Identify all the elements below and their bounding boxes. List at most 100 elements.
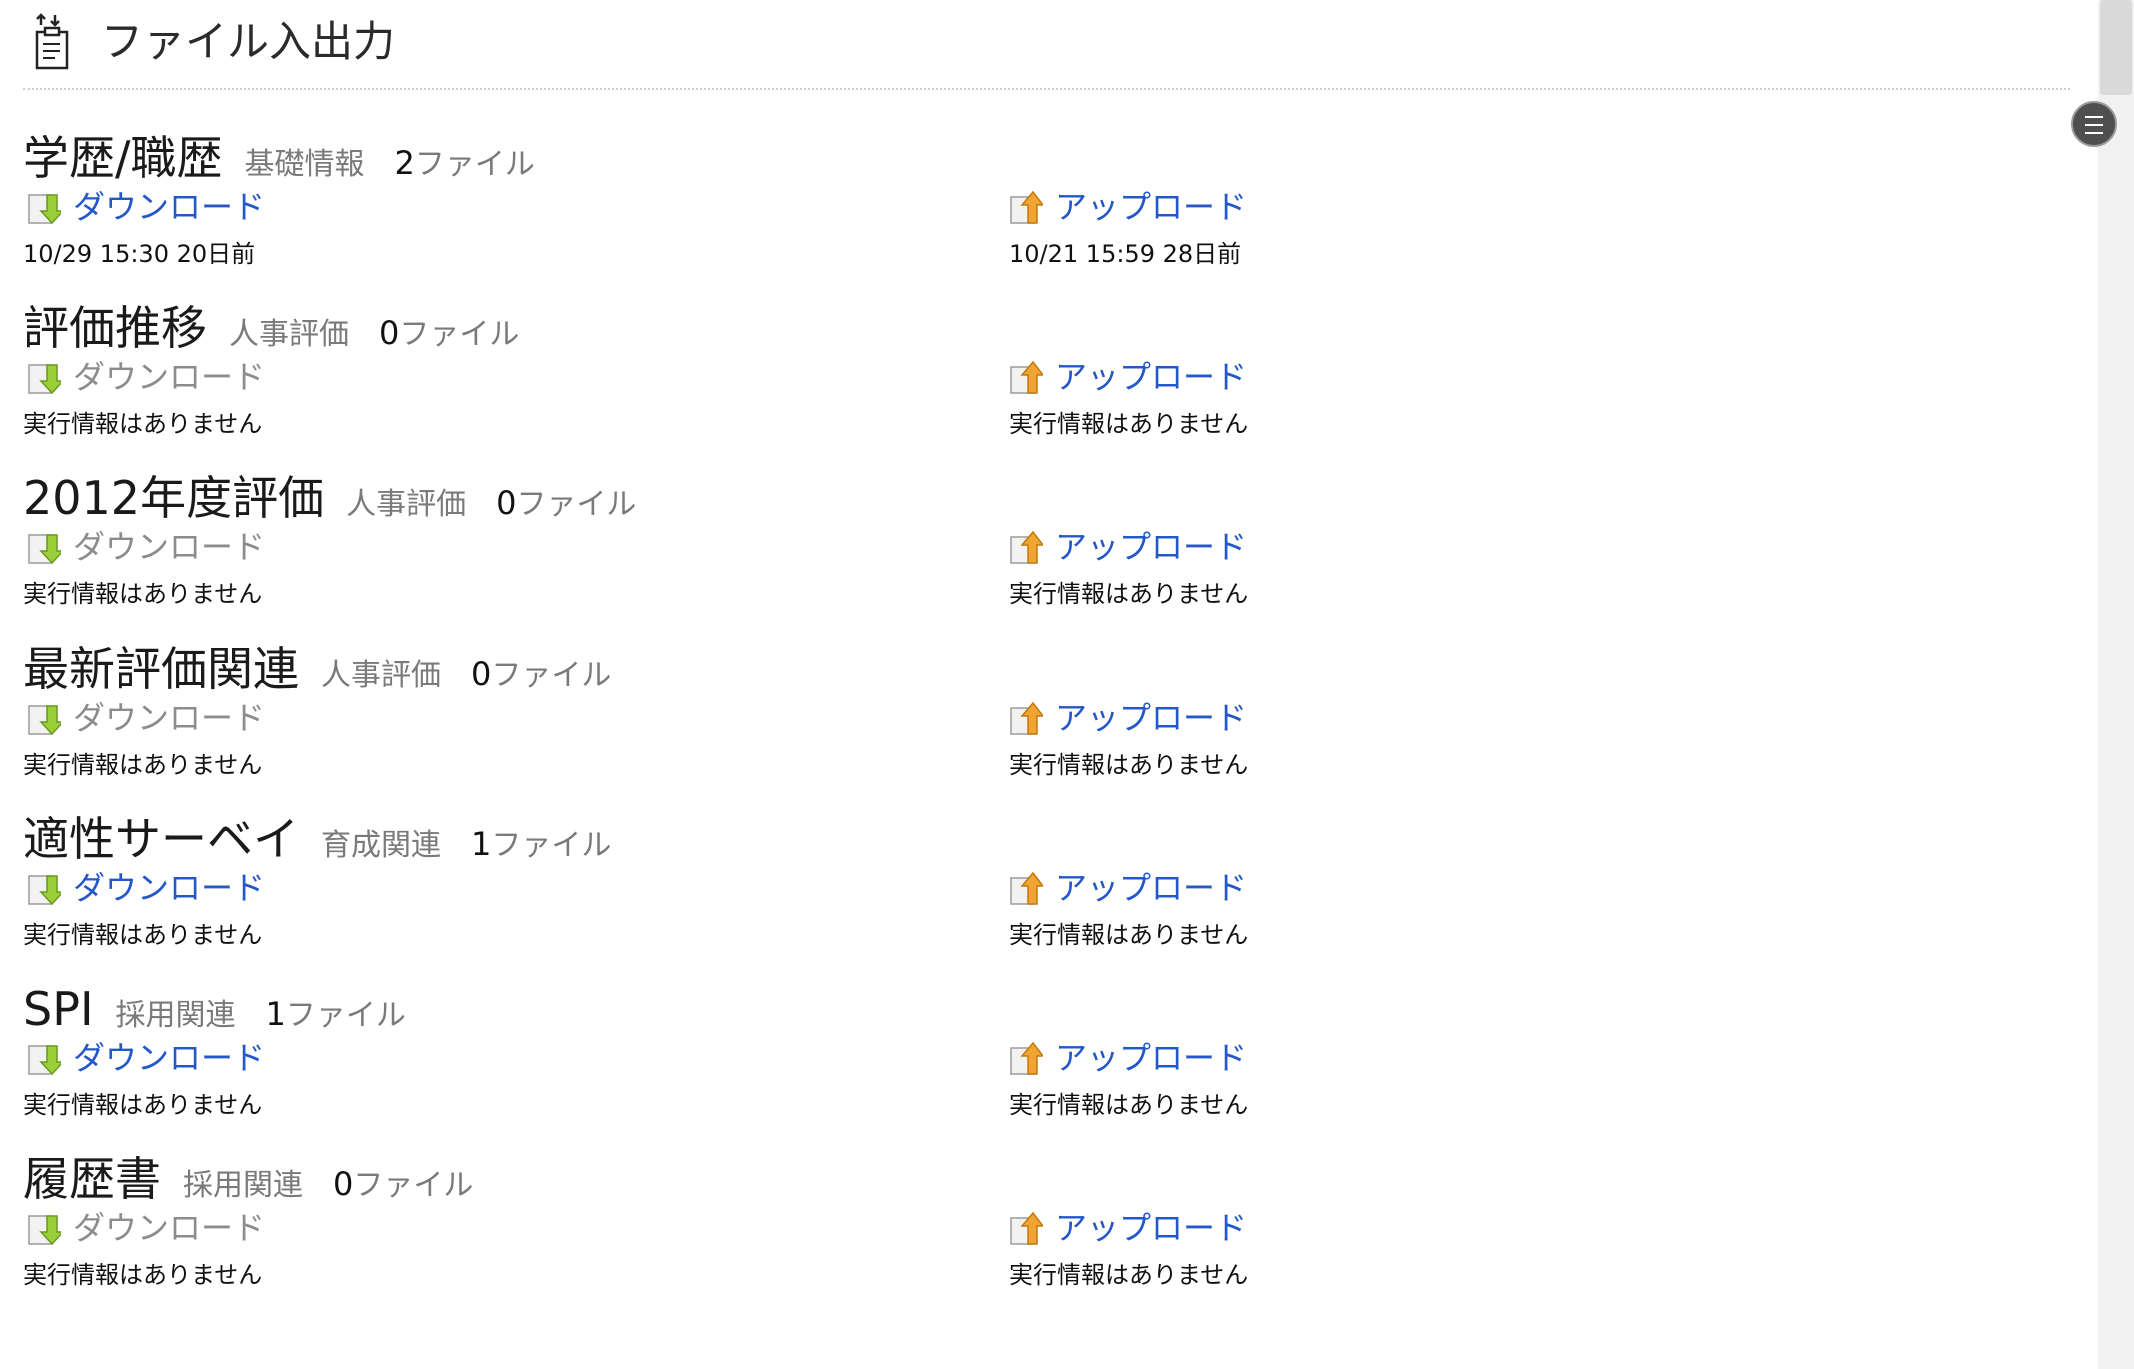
download-label: ダウンロード [73,358,266,396]
file-section: 評価推移 人事評価 0ファイルダウンロード アップロード実行情報はありません 実行情報は… [23,296,2063,466]
section-category: 採用関連 [115,998,236,1033]
section-header: 最新評価関連 人事評価 0ファイル [23,637,611,701]
section-file-count: 1ファイル [266,995,406,1033]
download-label: ダウンロード [73,1209,266,1247]
file-section: 適性サーベイ 育成関連 1ファイル ダウンロード アップロード 実行情報はありません 実行情… [23,807,2063,977]
download-link: ダウンロード [27,1205,265,1251]
section-title: 最新評価関連 [23,642,299,696]
upload-link[interactable]: アップロード [1009,865,1247,911]
download-label: ダウンロード [73,528,266,566]
file-count-suffix: ファイル [491,828,612,863]
hamburger-menu-icon [2085,116,2103,118]
download-exec-info: 実行情報はありません [23,751,263,779]
upload-file-icon [1009,359,1045,395]
download-link[interactable]: ダウンロード [27,865,265,911]
upload-link[interactable]: アップロード [1009,524,1247,570]
section-header: 学歴/職歴 基礎情報 2ファイル [23,126,535,190]
page-title: ファイル入出力 [101,17,396,66]
upload-link[interactable]: アップロード [1009,1205,1247,1251]
upload-file-icon [1009,529,1045,565]
hamburger-menu-icon-line [2085,132,2103,134]
file-section: 学歴/職歴 基礎情報 2ファイル ダウンロード アップロード 10/29 15:30 20… [23,126,2063,296]
section-header: 履歴書 採用関連 0ファイル [23,1147,473,1211]
file-transfer-icon [35,13,69,70]
download-link[interactable]: ダウンロード [27,1035,265,1081]
upload-link[interactable]: アップロード [1009,354,1247,400]
upload-file-icon [1009,189,1045,225]
download-file-icon [27,529,65,565]
scrollbar-track[interactable] [2098,0,2134,1369]
section-category: 採用関連 [183,1168,303,1203]
scrollbar-thumb[interactable] [2100,0,2132,95]
section-category: 人事評価 [346,487,467,522]
section-file-count: 0ファイル [333,1165,473,1203]
file-count-number: 0 [496,484,517,522]
download-label: ダウンロード [73,188,266,226]
section-category: 人事評価 [229,317,349,352]
section-title: 履歴書 [23,1152,161,1206]
section-title: 2012年度評価 [23,471,325,525]
section-file-count: 0ファイル [379,314,520,352]
upload-exec-info: 実行情報はありません [1009,410,1249,438]
download-exec-info: 実行情報はありません [23,1261,263,1289]
page: ファイル入出力 学歴/職歴 基礎情報 2ファイル ダウンロード アップロード 10/29 … [0,0,2098,1369]
upload-exec-info: 実行情報はありません [1009,1261,1249,1289]
upload-exec-info: 実行情報はありません [1009,580,1249,608]
section-file-count: 1ファイル [471,825,612,863]
file-count-number: 0 [379,314,400,352]
section-title: 適性サーベイ [23,812,299,866]
upload-label: アップロード [1055,1209,1248,1247]
file-count-number: 0 [471,655,492,693]
section-header: 2012年度評価 人事評価 0ファイル [23,466,636,530]
download-exec-info: 実行情報はありません [23,410,263,438]
download-exec-info: 実行情報はありません [23,1091,263,1119]
download-exec-info: 10/29 15:30 20日前 [23,240,256,268]
download-link: ダウンロード [27,354,265,400]
upload-label: アップロード [1055,1039,1248,1077]
download-file-icon [27,870,65,906]
upload-file-icon [1009,1040,1045,1076]
upload-link[interactable]: アップロード [1009,695,1247,741]
download-label: ダウンロード [73,699,266,737]
download-file-icon [27,700,65,736]
upload-exec-info: 実行情報はありません [1009,751,1249,779]
menu-button[interactable] [2071,101,2117,147]
upload-link[interactable]: アップロード [1009,184,1247,230]
section-header: SPI 採用関連 1ファイル [23,977,406,1041]
file-count-suffix: ファイル [414,147,535,182]
section-title: 評価推移 [23,301,207,355]
section-file-count: 0ファイル [471,655,611,693]
file-count-suffix: ファイル [516,487,637,522]
download-exec-info: 実行情報はありません [23,921,263,949]
download-label: ダウンロード [73,1039,266,1077]
file-count-suffix: ファイル [399,317,520,352]
file-section: 最新評価関連 人事評価 0ファイルダウンロード アップロード実行情報はありません 実行情… [23,637,2063,807]
upload-label: アップロード [1055,188,1248,226]
file-section: SPI 採用関連 1ファイル ダウンロード アップロード 実行情報はありません 実行情報はあ… [23,977,2063,1147]
file-count-number: 0 [333,1165,354,1203]
download-file-icon [27,359,65,395]
file-count-suffix: ファイル [285,998,406,1033]
upload-file-icon [1009,1210,1045,1246]
upload-file-icon [1009,700,1045,736]
section-header: 適性サーベイ 育成関連 1ファイル [23,807,611,871]
section-category: 育成関連 [321,828,441,863]
download-link: ダウンロード [27,524,265,570]
section-file-count: 2ファイル [394,144,535,182]
section-category: 基礎情報 [244,147,365,182]
file-count-number: 2 [394,144,415,182]
file-section: 履歴書 採用関連 0ファイルダウンロード アップロード実行情報はありません 実行情報はあ… [23,1147,2063,1317]
download-link[interactable]: ダウンロード [27,184,265,230]
upload-exec-info: 実行情報はありません [1009,1091,1249,1119]
upload-link[interactable]: アップロード [1009,1035,1247,1081]
download-label: ダウンロード [73,869,266,907]
upload-file-icon [1009,870,1045,906]
download-file-icon [27,189,65,225]
upload-exec-info: 10/21 15:59 28日前 [1009,240,1242,268]
upload-label: アップロード [1055,699,1248,737]
download-link: ダウンロード [27,695,265,741]
file-count-number: 1 [471,825,492,863]
section-category: 人事評価 [321,658,441,693]
section-file-count: 0ファイル [496,484,637,522]
section-header: 評価推移 人事評価 0ファイル [23,296,519,360]
